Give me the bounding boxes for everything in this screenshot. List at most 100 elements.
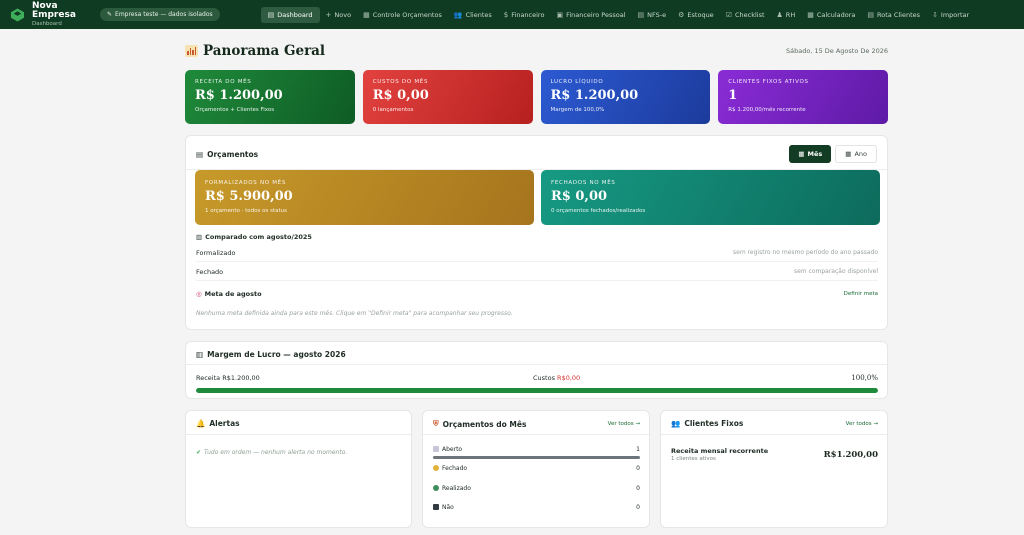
- nav-item-calculadora[interactable]: ▦ Calculadora: [801, 7, 861, 23]
- divider: [186, 434, 411, 435]
- nav-item-novo[interactable]: + Novo: [320, 7, 358, 23]
- page-title: Panorama Geral: [185, 43, 325, 59]
- nav-item-label: NFS-e: [647, 10, 667, 19]
- kpi-label: CUSTOS DO MÊS: [372, 79, 429, 85]
- status-count: 0: [636, 503, 640, 511]
- compare-row: Fechado sem comparação disponível: [196, 263, 878, 281]
- nav-item-label: Importar: [940, 10, 970, 19]
- kpi-card-custos: CUSTOS DO MÊS R$ 0,00 0 lançamentos: [362, 70, 533, 124]
- margem-receita-label: Receita: [196, 374, 221, 382]
- margem-percent: 100,0%: [851, 374, 878, 382]
- nav-item-icon: +: [325, 10, 332, 19]
- nav-item-financeiro-pessoal[interactable]: ▣ Financeiro Pessoal: [550, 7, 631, 23]
- brand-name: Nova Empresa: [31, 0, 76, 20]
- status-row-realizado: Realizado 0: [433, 483, 640, 493]
- compare-row-label: Fechado: [196, 267, 224, 276]
- orcamentos-mes-card: ⛨ Orçamentos do Mês Ver todos → Aberto 1 F…: [422, 410, 650, 528]
- meta-header: ◎ Meta de agosto Definir meta: [196, 290, 878, 298]
- kpi-label: LUCRO LÍQUIDO: [550, 79, 604, 85]
- clientes-ver-todos-link[interactable]: Ver todos →: [846, 421, 878, 427]
- page-header: Panorama Geral Sábado, 15 De Agosto De 2…: [185, 40, 888, 62]
- status-label-text: Fechado: [442, 464, 468, 472]
- nav-item-label: Checklist: [734, 10, 765, 19]
- nav-item-clientes[interactable]: 👥 Clientes: [448, 7, 498, 23]
- main-content: Panorama Geral Sábado, 15 De Agosto De 2…: [185, 40, 888, 528]
- nav-item-checklist[interactable]: ☑ Checklist: [720, 7, 771, 23]
- margem-title: ▥ Margem de Lucro — agosto 2026: [196, 350, 346, 359]
- kpi-card-clientes-fixos: CLIENTES FIXOS ATIVOS 1 R$ 1.200,00/mês re…: [718, 70, 888, 124]
- margem-card: ▥ Margem de Lucro — agosto 2026 Receita …: [185, 341, 888, 399]
- alertas-note-text: Tudo em ordem — nenhum alerta no momento…: [204, 449, 348, 456]
- nav-item-icon: ⚙: [678, 10, 685, 19]
- nav-item-label: Estoque: [687, 10, 714, 19]
- recurring-revenue-value: R$1.200,00: [823, 449, 878, 460]
- top-navbar: Nova Empresa Dashboard ✎ Empresa teste —…: [0, 0, 1024, 29]
- nav-item-icon: 👥: [453, 10, 463, 19]
- margem-progress-fill: [196, 388, 878, 393]
- nav-item-icon: ▦: [807, 10, 814, 19]
- kpi-value: R$ 0,00: [372, 88, 429, 103]
- status-dot-icon: [433, 465, 439, 471]
- users-icon: 👥: [671, 419, 681, 428]
- nav-item-rh[interactable]: ♟ RH: [771, 7, 802, 23]
- nav-item-icon: ▦: [363, 10, 370, 19]
- check-icon: ✔: [196, 449, 202, 456]
- nav-item-dashboard[interactable]: ▤ Dashboard: [260, 6, 320, 23]
- kpi-label: RECEITA DO MÊS: [195, 79, 252, 85]
- status-dot-icon: [433, 446, 439, 452]
- toggle-month-button[interactable]: ▦ Mês: [789, 145, 832, 163]
- meta-title-text: Meta de agosto: [204, 290, 262, 298]
- clipboard-icon: ▤: [196, 149, 204, 159]
- brand-sub: Dashboard: [31, 20, 62, 27]
- alertas-card: 🔔 Alertas ✔ Tudo em ordem — nenhum alert…: [185, 410, 412, 528]
- fechados-sub: 0 orçamentos fechados/realizados: [551, 208, 646, 214]
- status-dot-icon: [433, 485, 439, 491]
- company-selector[interactable]: ✎ Empresa teste — dados isolados: [100, 8, 220, 21]
- define-goal-link[interactable]: Definir meta: [844, 291, 878, 297]
- nav-item-label: Calculadora: [816, 10, 856, 19]
- nav-item-controle-or-amentos[interactable]: ▦ Controle Orçamentos: [357, 7, 448, 23]
- toggle-year-button[interactable]: ▦ Ano: [835, 145, 877, 163]
- kpi-sub: R$ 1.200,00/mês recorrente: [728, 107, 806, 113]
- company-pill-label: Empresa teste — dados isolados: [115, 11, 213, 18]
- fechados-label: FECHADOS NO MÊS: [551, 180, 616, 186]
- kpi-label: CLIENTES FIXOS ATIVOS: [728, 79, 809, 85]
- orcamentos-mes-title-text: Orçamentos do Mês: [442, 419, 527, 429]
- toggle-month-label: Mês: [807, 150, 823, 158]
- orcamentos-title: ▤ Orçamentos: [196, 150, 258, 159]
- nav-item-importar[interactable]: ⇩ Importar: [926, 7, 975, 23]
- nav-item-icon: ♟: [776, 10, 783, 19]
- toggle-year-label: Ano: [854, 150, 867, 158]
- orcamentos-ver-todos-link[interactable]: Ver todos →: [608, 421, 640, 427]
- nav-item-rota-clientes[interactable]: ▤ Rota Clientes: [861, 7, 926, 23]
- nav-item-icon: $: [503, 10, 509, 19]
- page-date: Sábado, 15 De Agosto De 2026: [785, 47, 888, 55]
- nav-item-label: RH: [785, 10, 796, 19]
- status-label-text: Realizado: [442, 484, 471, 492]
- nav-item-estoque[interactable]: ⚙ Estoque: [672, 7, 720, 23]
- kpi-card-lucro: LUCRO LÍQUIDO R$ 1.200,00 Margem de 100,0%: [540, 70, 711, 124]
- compare-title-text: Comparado com agosto/2025: [205, 233, 312, 241]
- status-row-fechado: Fechado 0: [433, 463, 640, 473]
- meta-note: Nenhuma meta definida ainda para este mê…: [196, 310, 513, 317]
- bell-icon: 🔔: [196, 419, 206, 428]
- nav-item-financeiro[interactable]: $ Financeiro: [498, 7, 551, 23]
- status-row-no: Não 0: [433, 502, 640, 512]
- alertas-note: ✔ Tudo em ordem — nenhum alerta no momen…: [196, 449, 347, 456]
- shield-icon: ⛨: [433, 419, 439, 428]
- margem-title-text: Margem de Lucro — agosto 2026: [207, 350, 346, 359]
- nav-item-nfs-e[interactable]: ▤ NFS-e: [632, 7, 673, 23]
- formalizados-value: R$ 5.900,00: [205, 189, 293, 204]
- compare-row: Formalizado sem registro no mesmo períod…: [196, 244, 878, 262]
- margem-progress-bar: [196, 388, 878, 393]
- nav-item-label: Dashboard: [277, 10, 313, 19]
- compare-row-label: Formalizado: [196, 248, 236, 257]
- calendar-icon: ▦: [845, 150, 852, 158]
- status-row-aberto: Aberto 1: [433, 444, 640, 454]
- compare-row-value: sem comparação disponível: [793, 268, 878, 275]
- formalizados-label: FORMALIZADOS NO MÊS: [205, 180, 287, 186]
- brand[interactable]: Nova Empresa Dashboard: [10, 0, 100, 28]
- kpi-sub: Orçamentos + Clientes Fixos: [195, 107, 275, 113]
- alertas-title: 🔔 Alertas: [196, 419, 240, 428]
- orcamentos-title-text: Orçamentos: [207, 149, 259, 159]
